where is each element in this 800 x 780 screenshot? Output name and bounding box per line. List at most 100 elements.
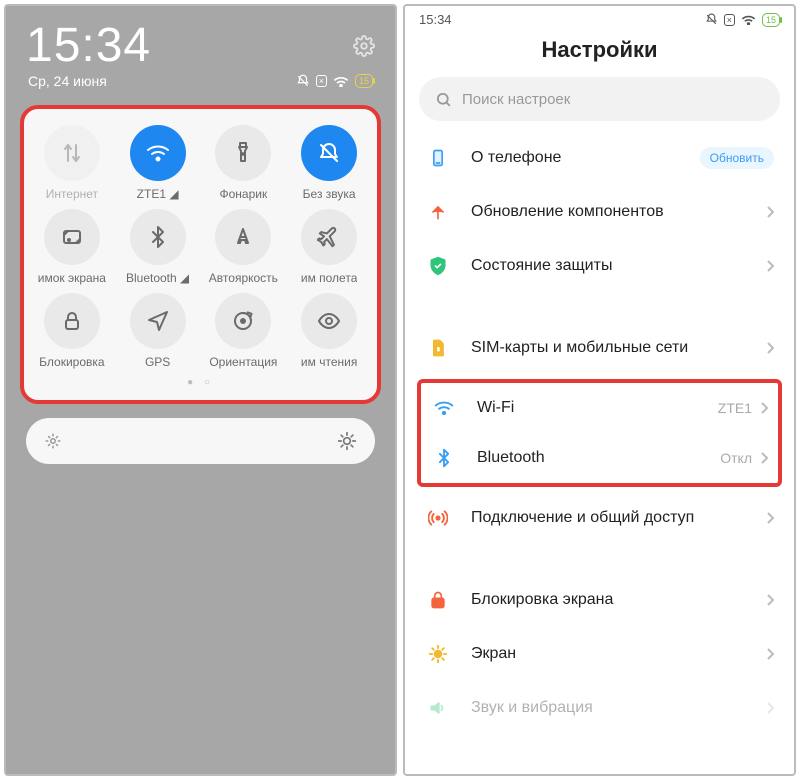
- quick-settings-panel: Интернет ZTE1 ◢ Фонарик Без звука имок экран…: [20, 105, 381, 404]
- row-label: Звук и вибрация: [471, 699, 766, 717]
- settings-row-bluetooth[interactable]: BluetoothОткл: [421, 433, 778, 483]
- search-placeholder: Поиск настроек: [462, 91, 570, 108]
- chevron-right-icon: [766, 701, 774, 715]
- row-label: Подключение и общий доступ: [471, 509, 766, 527]
- row-label: Bluetooth: [477, 449, 720, 467]
- wifi-icon: [333, 75, 349, 87]
- status-bar: 15:34: [6, 6, 395, 73]
- qs-tile-reading[interactable]: им чтения: [287, 293, 371, 369]
- settings-row-tethering[interactable]: Подключение и общий доступ: [411, 491, 788, 545]
- row-label: Блокировка экрана: [471, 591, 766, 609]
- clock: 15:34: [419, 12, 452, 27]
- update-pill[interactable]: Обновить: [700, 147, 774, 169]
- sim-icon: [425, 335, 451, 361]
- qs-tile-label: имок экрана: [38, 271, 106, 285]
- qs-tile-airplane[interactable]: им полета: [287, 209, 371, 285]
- status-bar: 15:34 × 15: [405, 6, 794, 29]
- settings-search[interactable]: Поиск настроек: [419, 77, 780, 121]
- battery-icon: 15: [355, 74, 373, 88]
- qs-tile-label: Ориентация: [209, 355, 277, 369]
- gps-icon: [130, 293, 186, 349]
- chevron-right-icon: [760, 401, 768, 415]
- row-label: Wi-Fi: [477, 399, 718, 417]
- mute-icon: [296, 74, 310, 88]
- page-title: Настройки: [405, 29, 794, 77]
- phone-quick-settings: 15:34 Ср, 24 июня × 15 Интернет ZTE1 ◢ Фон…: [4, 4, 397, 776]
- settings-row-wifi[interactable]: Wi-FiZTE1: [421, 383, 778, 433]
- qs-tile-label: им чтения: [301, 355, 357, 369]
- battery-icon: 15: [762, 13, 780, 27]
- qs-tile-wifi[interactable]: ZTE1 ◢: [116, 125, 200, 201]
- row-label: Состояние защиты: [471, 257, 766, 275]
- qs-tile-mute[interactable]: Без звука: [287, 125, 371, 201]
- sound-icon: [425, 695, 451, 721]
- lock-sq-icon: [425, 587, 451, 613]
- page-dots: ● ○: [30, 369, 371, 388]
- phone-icon: [425, 145, 451, 171]
- qs-tile-orientation[interactable]: Ориентация: [202, 293, 286, 369]
- row-label: О телефоне: [471, 149, 700, 167]
- data-icon: [44, 125, 100, 181]
- chevron-right-icon: [766, 647, 774, 661]
- chevron-right-icon: [766, 341, 774, 355]
- row-label: Обновление компонентов: [471, 203, 766, 221]
- bluetooth-icon: [431, 445, 457, 471]
- bluetooth-icon: [130, 209, 186, 265]
- mute-icon: [301, 125, 357, 181]
- qs-tile-gps[interactable]: GPS: [116, 293, 200, 369]
- sun-icon: [425, 641, 451, 667]
- clock: 15:34: [26, 18, 151, 73]
- row-label: SIM-карты и мобильные сети: [471, 339, 766, 357]
- settings-gear-icon[interactable]: [353, 35, 375, 57]
- qs-tile-autobright[interactable]: Автояркость: [202, 209, 286, 285]
- sim-status: ×: [724, 14, 735, 26]
- lock-icon: [44, 293, 100, 349]
- qs-tile-label: Фонарик: [220, 187, 268, 201]
- screenshot-icon: [44, 209, 100, 265]
- chevron-right-icon: [766, 593, 774, 607]
- settings-row-security[interactable]: Состояние защиты: [411, 239, 788, 293]
- row-value: Откл: [720, 450, 752, 466]
- brightness-slider[interactable]: [26, 418, 375, 464]
- settings-row-sound[interactable]: Звук и вибрация: [411, 681, 788, 735]
- orientation-icon: [215, 293, 271, 349]
- date-row: Ср, 24 июня × 15: [6, 73, 395, 99]
- row-label: Экран: [471, 645, 766, 663]
- qs-tile-label: Без звука: [303, 187, 356, 201]
- chevron-right-icon: [766, 259, 774, 273]
- arrow-up-icon: [425, 199, 451, 225]
- settings-row-display[interactable]: Экран: [411, 627, 788, 681]
- qs-tile-label: GPS: [145, 355, 170, 369]
- qs-tile-label: им полета: [301, 271, 358, 285]
- phone-settings: 15:34 × 15 Настройки Поиск настроек О те…: [403, 4, 796, 776]
- qs-tile-internet[interactable]: Интернет: [30, 125, 114, 201]
- wifi-icon: [130, 125, 186, 181]
- settings-row-components[interactable]: Обновление компонентов: [411, 185, 788, 239]
- qs-tile-screenshot[interactable]: имок экрана: [30, 209, 114, 285]
- brightness-low-icon: [44, 432, 62, 450]
- wifi-icon: [741, 14, 756, 25]
- chevron-right-icon: [766, 511, 774, 525]
- flashlight-icon: [215, 125, 271, 181]
- sim-status: ×: [316, 75, 327, 87]
- qs-tile-flashlight[interactable]: Фонарик: [202, 125, 286, 201]
- qs-tile-label: Интернет: [46, 187, 98, 201]
- date: Ср, 24 июня: [28, 73, 107, 89]
- settings-row-sim[interactable]: SIM-карты и мобильные сети: [411, 321, 788, 375]
- highlighted-group: Wi-FiZTE1BluetoothОткл: [417, 379, 782, 487]
- autobright-icon: [215, 209, 271, 265]
- row-value: ZTE1: [718, 400, 752, 416]
- mute-icon: [705, 13, 718, 26]
- qs-tile-label: ZTE1 ◢: [137, 187, 179, 201]
- tether-icon: [425, 505, 451, 531]
- shield-icon: [425, 253, 451, 279]
- eye-icon: [301, 293, 357, 349]
- status-icons: × 15: [296, 74, 373, 88]
- settings-row-about[interactable]: О телефонеОбновить: [411, 131, 788, 185]
- wifi-icon: [431, 395, 457, 421]
- qs-tile-bluetooth[interactable]: Bluetooth ◢: [116, 209, 200, 285]
- chevron-right-icon: [766, 205, 774, 219]
- airplane-icon: [301, 209, 357, 265]
- settings-row-lockscreen[interactable]: Блокировка экрана: [411, 573, 788, 627]
- qs-tile-lock[interactable]: Блокировка: [30, 293, 114, 369]
